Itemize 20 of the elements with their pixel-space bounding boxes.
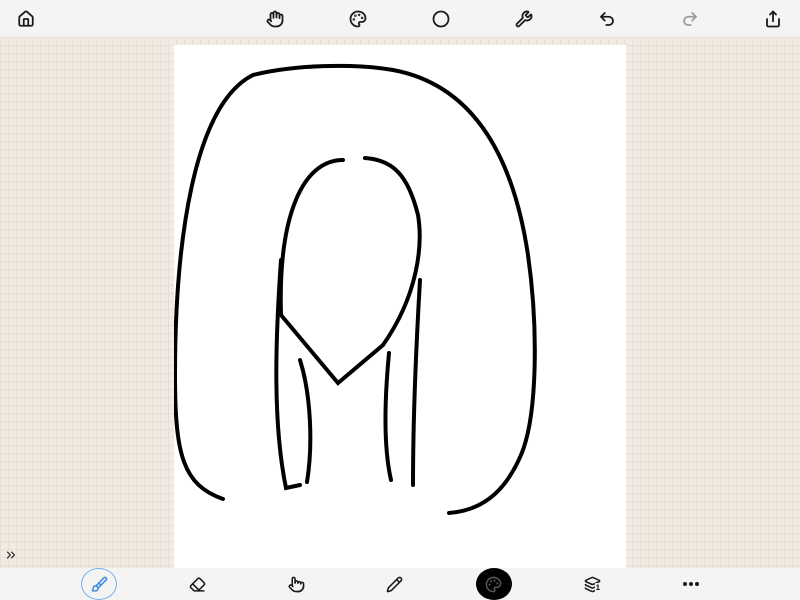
color-button[interactable] bbox=[476, 568, 512, 600]
more-icon bbox=[682, 582, 699, 586]
hand-icon bbox=[266, 10, 284, 28]
pointer-icon bbox=[288, 576, 305, 592]
layer-count: 1 bbox=[594, 583, 602, 592]
share-icon bbox=[764, 10, 782, 28]
brush-icon bbox=[90, 576, 108, 592]
drawing-canvas[interactable] bbox=[174, 45, 626, 568]
pencil-icon bbox=[386, 576, 404, 592]
home-icon bbox=[17, 10, 35, 28]
undo-icon bbox=[598, 10, 616, 28]
eraser-icon bbox=[189, 576, 206, 592]
layers-icon bbox=[584, 576, 601, 592]
redo-icon bbox=[681, 10, 699, 28]
layers-button[interactable]: 1 bbox=[574, 568, 610, 600]
circle-icon bbox=[432, 10, 450, 28]
brush-button[interactable] bbox=[81, 568, 118, 600]
wrench-icon bbox=[515, 10, 533, 28]
palette-icon bbox=[485, 576, 502, 592]
palette-icon bbox=[349, 10, 367, 28]
